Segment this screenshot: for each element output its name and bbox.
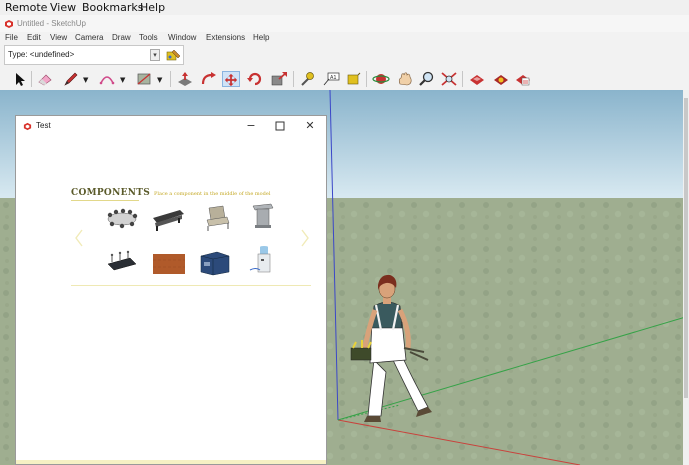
component-storage-box[interactable] xyxy=(197,248,233,276)
toolbar-separator xyxy=(293,71,294,87)
entity-type-label: Type: <undefined> xyxy=(8,50,75,59)
arc-dropdown-caret-icon[interactable]: ▼ xyxy=(120,76,125,84)
toolbar-separator xyxy=(170,71,171,87)
zoom-tool-icon[interactable] xyxy=(418,71,436,87)
text-tool-icon[interactable]: A1 xyxy=(322,71,340,87)
pencil-dropdown-caret-icon[interactable]: ▼ xyxy=(83,76,88,84)
dialog-bottom-strip xyxy=(16,460,326,464)
paint-brush-icon[interactable] xyxy=(166,48,182,63)
remote-menu-bar: Remote View Bookmarks Help xyxy=(0,0,689,15)
label-tool-icon[interactable] xyxy=(344,71,362,87)
tape-measure-tool-icon[interactable] xyxy=(298,71,316,87)
pan-tool-icon[interactable] xyxy=(396,71,414,87)
remote-menu-view[interactable]: View xyxy=(50,1,76,14)
menu-file[interactable]: File xyxy=(5,33,18,42)
svg-text:A1: A1 xyxy=(330,75,337,81)
component-podium[interactable] xyxy=(245,201,281,229)
title-bar: Untitled - SketchUp xyxy=(0,15,689,32)
minimize-icon[interactable]: − xyxy=(244,119,258,133)
menu-bar: File Edit View Camera Draw Tools Window … xyxy=(0,32,689,46)
shapes-tool-icon[interactable] xyxy=(135,71,153,87)
move-tool-icon[interactable] xyxy=(222,71,240,87)
menu-draw[interactable]: Draw xyxy=(112,33,131,42)
toolbar-separator xyxy=(366,71,367,87)
carousel-prev-arrow-icon[interactable] xyxy=(74,229,84,247)
scale-tool-icon[interactable] xyxy=(270,71,288,87)
scrollbar-thumb[interactable] xyxy=(684,98,688,398)
entity-type-dropdown[interactable]: ▾ xyxy=(150,49,160,61)
select-tool-icon[interactable] xyxy=(10,71,28,87)
menu-edit[interactable]: Edit xyxy=(27,33,41,42)
component-office-chairs-row[interactable] xyxy=(150,204,186,232)
menu-window[interactable]: Window xyxy=(168,33,196,42)
component-conference-table[interactable] xyxy=(104,204,140,232)
maximize-icon[interactable] xyxy=(273,119,287,133)
test-dialog: Test − ✕ COMPONENTS Place a component in… xyxy=(15,115,327,465)
component-wooden-board[interactable] xyxy=(151,248,187,276)
dialog-title: Test xyxy=(36,121,51,130)
heading-underline xyxy=(71,200,139,201)
remote-menu-help[interactable]: Help xyxy=(140,1,165,14)
entity-info: Type: <undefined> ▾ xyxy=(4,45,184,65)
menu-view[interactable]: View xyxy=(50,33,67,42)
viewport-scrollbar[interactable] xyxy=(683,90,689,465)
components-hint: Place a component in the middle of the m… xyxy=(154,191,271,197)
shapes-dropdown-caret-icon[interactable]: ▼ xyxy=(157,76,162,84)
3d-warehouse-icon[interactable] xyxy=(468,71,486,87)
toolbar-separator xyxy=(31,71,32,87)
close-icon[interactable]: ✕ xyxy=(303,119,317,133)
pencil-tool-icon[interactable] xyxy=(62,71,80,87)
follow-me-tool-icon[interactable] xyxy=(200,71,218,87)
sketchup-logo-icon xyxy=(23,122,32,131)
orbit-tool-icon[interactable] xyxy=(372,71,390,87)
component-lounge-chair[interactable] xyxy=(199,204,235,232)
toolbar-separator xyxy=(462,71,463,87)
component-water-cooler[interactable] xyxy=(246,246,282,274)
extension-manager-icon[interactable] xyxy=(514,71,532,87)
remote-menu-bookmarks[interactable]: Bookmarks xyxy=(82,1,143,14)
eraser-tool-icon[interactable] xyxy=(36,71,54,87)
extension-warehouse-icon[interactable] xyxy=(492,71,510,87)
menu-extensions[interactable]: Extensions xyxy=(206,33,245,42)
remote-menu-remote[interactable]: Remote xyxy=(5,1,47,14)
zoom-extents-tool-icon[interactable] xyxy=(440,71,458,87)
sketchup-logo-icon xyxy=(5,20,13,28)
push-pull-tool-icon[interactable] xyxy=(176,71,194,87)
menu-camera[interactable]: Camera xyxy=(75,33,103,42)
component-conference-setup[interactable] xyxy=(104,248,140,276)
arc-tool-icon[interactable] xyxy=(98,71,116,87)
carousel-next-arrow-icon[interactable] xyxy=(300,229,310,247)
menu-tools[interactable]: Tools xyxy=(139,33,158,42)
window-title: Untitled - SketchUp xyxy=(17,19,86,28)
dialog-title-bar: Test − ✕ xyxy=(16,116,326,136)
menu-help[interactable]: Help xyxy=(253,33,269,42)
rotate-tool-icon[interactable] xyxy=(246,71,264,87)
large-toolset: ▼ ▼ ▼ A1 xyxy=(0,68,689,90)
components-heading: COMPONENTS xyxy=(71,188,151,198)
components-divider xyxy=(71,285,311,286)
